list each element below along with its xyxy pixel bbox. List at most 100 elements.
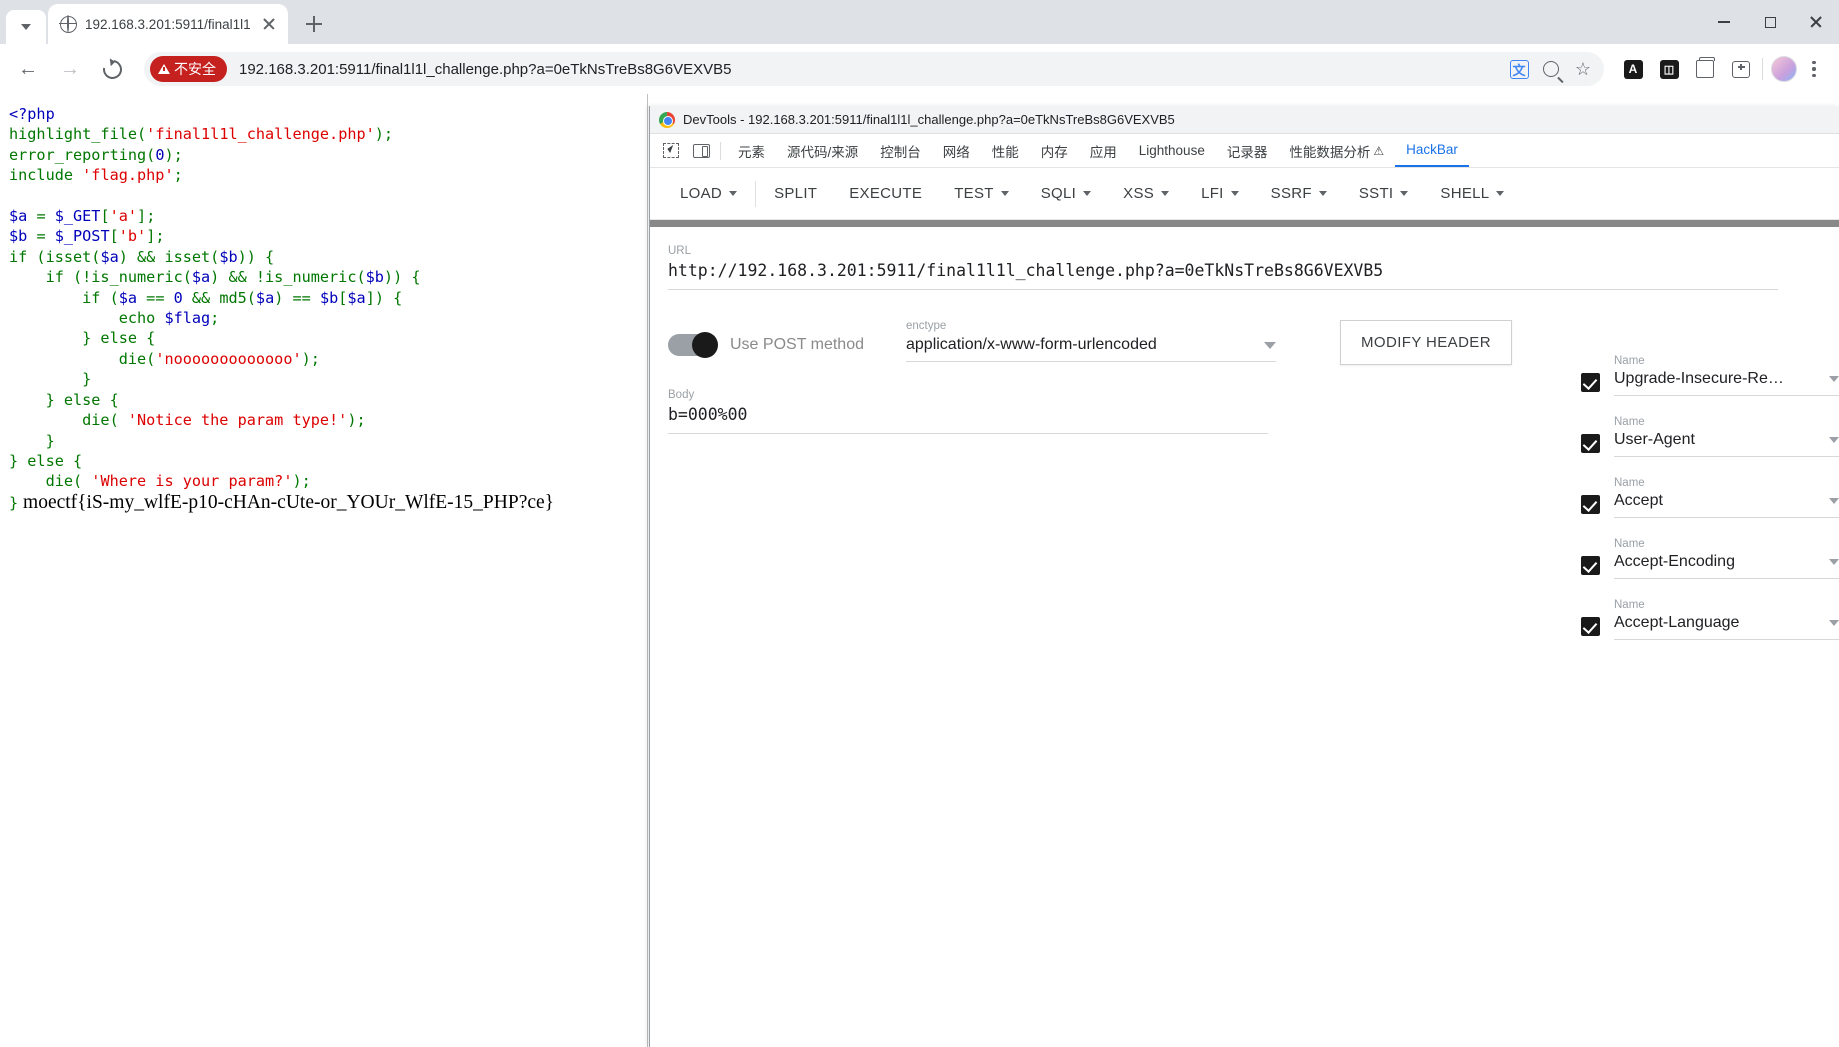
code-line: $b = $_POST['b']; [9,226,647,246]
devtools-tabbar: 元素 源代码/来源 控制台 网络 性能 内存 应用 Lighthouse 记录器 性能数据分析 ⚠ H… [650,134,1839,168]
code-token: } [9,431,55,450]
hackbar-sqli-button[interactable]: SQLI [1025,176,1107,212]
code-token: } else { [9,329,156,348]
devtools-tab-9[interactable]: 记录器 [1216,134,1279,167]
devtools-tab-6[interactable]: 内存 [1030,134,1079,167]
body-input[interactable]: b=000%00 [668,405,1268,434]
devtools-tab-10[interactable]: 性能数据分析 ⚠ [1278,134,1395,167]
enctype-select[interactable]: application/x-www-form-urlencoded [906,336,1276,362]
extension-a-button[interactable]: A [1618,54,1648,84]
code-token: 'final1l1l_challenge.php' [146,125,375,144]
warning-triangle-icon [158,64,170,74]
header-name-input[interactable]: User-Agent [1614,431,1839,457]
code-token: )) { [237,247,275,266]
hackbar-split-button[interactable]: SPLIT [758,176,833,212]
header-name-value: Accept-Language [1614,614,1740,631]
devtools-tab-5[interactable]: 性能 [981,134,1030,167]
hackbar-load-button[interactable]: LOAD [664,176,753,212]
header-name-input[interactable]: Accept-Language [1614,614,1839,640]
header-name-input[interactable]: Accept-Encoding [1614,553,1839,579]
zoom-button[interactable] [1536,54,1566,84]
hackbar-execute-button[interactable]: EXECUTE [833,176,938,212]
hackbar-ssrf-button[interactable]: SSRF [1255,176,1343,212]
chevron-down-icon [1829,620,1839,626]
back-button[interactable]: ← [10,51,46,87]
code-token: ); [301,349,320,368]
header-name-label: Name [1614,477,1645,489]
header-enabled-checkbox[interactable] [1581,556,1600,575]
new-tab-button[interactable] [298,8,330,40]
header-enabled-checkbox[interactable] [1581,373,1600,392]
modify-header-button[interactable]: MODIFY HEADER [1340,320,1512,365]
scrollbar-thumb[interactable] [650,220,1839,227]
header-name-input[interactable]: Accept [1614,492,1839,518]
chevron-down-icon [1400,191,1409,196]
bookmark-button[interactable]: ☆ [1568,54,1598,84]
omnibox[interactable]: 不安全 192.168.3.201:5911/final1l1l_challen… [144,52,1604,86]
header-name-field: Name Accept-Language [1614,599,1839,640]
extension-c-button[interactable] [1690,54,1720,84]
flag-output-line: } moectf{iS-my_wlfE-p10-cHAn-cUte-or_YOU… [0,492,647,514]
post-method-toggle-group[interactable]: Use POST method [668,320,906,358]
code-line: if ($a == 0 && md5($a) == $b[$a]) { [9,288,647,308]
close-window-button[interactable] [1793,0,1839,44]
chevron-down-icon [1829,498,1839,504]
code-token: 0 [173,288,183,307]
hackbar-lfi-button[interactable]: LFI [1185,176,1255,212]
hackbar-test-button[interactable]: TEST [938,176,1025,212]
code-token: ); [164,145,183,164]
reload-button[interactable] [94,51,130,87]
chevron-down-icon [21,24,31,30]
profile-button[interactable] [1769,54,1799,84]
devtools-titlebar: DevTools - 192.168.3.201:5911/final1l1l_… [650,106,1839,134]
code-token: $flag [164,309,211,328]
devtools-tab-label: 性能 [991,144,1019,160]
header-name-value: User-Agent [1614,431,1695,448]
header-name-label: Name [1614,416,1645,428]
extension-b-button[interactable]: ◫ [1654,54,1684,84]
inspect-element-button[interactable] [656,137,686,165]
devtools-tab-11[interactable]: HackBar [1395,134,1469,167]
forward-button[interactable]: → [52,51,88,87]
chevron-down-icon [1318,191,1327,196]
post-method-toggle[interactable] [668,332,718,358]
close-icon[interactable] [258,13,280,35]
chrome-menu-button[interactable] [1799,54,1829,84]
code-token: [ [100,207,110,226]
header-name-input[interactable]: Upgrade-Insecure-Re… [1614,370,1839,396]
code-token: ) && !is_numeric( [210,268,366,287]
hackbar-xss-button[interactable]: XSS [1107,176,1185,212]
devtools-tab-3[interactable]: 控制台 [869,134,932,167]
devtools-tab-4[interactable]: 网络 [932,134,981,167]
header-enabled-checkbox[interactable] [1581,495,1600,514]
minimize-button[interactable] [1701,0,1747,44]
hackbar-shell-button[interactable]: SHELL [1424,176,1520,212]
devtools-window: DevTools - 192.168.3.201:5911/final1l1l_… [649,106,1839,1047]
hackbar-toolbar: LOAD SPLIT EXECUTE TEST SQLI XSS LFI SSRF SSTI SH… [650,168,1839,220]
kebab-dot [1812,67,1816,71]
header-enabled-checkbox[interactable] [1581,617,1600,636]
code-token: ]; [137,207,156,226]
code-line: die('nooooooooooooo'); [9,349,647,369]
extension-a-icon: A [1623,59,1643,79]
tab-search-button[interactable] [6,10,46,44]
tab-title: 192.168.3.201:5911/final1l1l_ [85,16,250,32]
device-toolbar-button[interactable] [686,137,716,165]
translate-button[interactable]: 文 [1504,54,1534,84]
devtools-tab-7[interactable]: 应用 [1079,134,1128,167]
maximize-button[interactable] [1747,0,1793,44]
devtools-tab-8[interactable]: Lighthouse [1128,134,1216,167]
header-enabled-checkbox[interactable] [1581,434,1600,453]
extension-d-button[interactable] [1726,54,1756,84]
code-token: ) == [274,288,320,307]
devtools-tab-1[interactable]: 元素 [727,134,776,167]
hackbar-ssti-button[interactable]: SSTI [1343,176,1425,212]
code-token: ) && isset( [118,247,220,266]
devtools-tab-2[interactable]: 源代码/来源 [776,134,869,167]
hackbar-scrollbar[interactable] [650,220,1839,227]
address-bar-text[interactable]: 192.168.3.201:5911/final1l1l_challenge.p… [239,61,1504,78]
url-input[interactable]: http://192.168.3.201:5911/final1l1l_chal… [668,261,1778,290]
toolbar-divider [1762,58,1763,80]
browser-tab[interactable]: 192.168.3.201:5911/final1l1l_ [48,4,288,44]
security-badge[interactable]: 不安全 [150,56,227,82]
